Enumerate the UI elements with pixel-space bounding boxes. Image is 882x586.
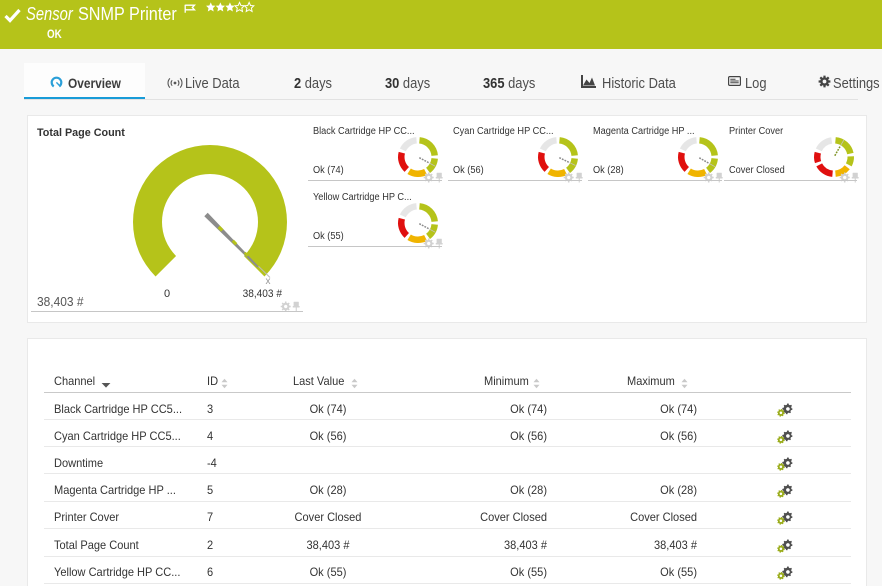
svg-text:x: x bbox=[266, 276, 271, 287]
